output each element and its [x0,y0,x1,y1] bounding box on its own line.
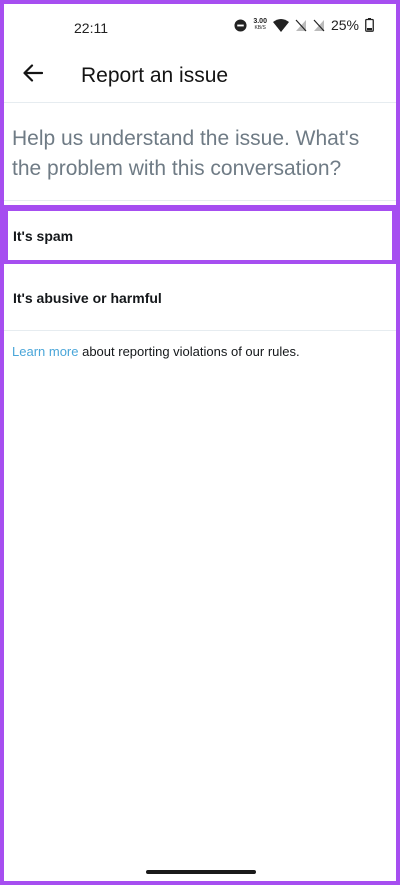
wifi-icon [272,18,289,32]
network-speed-value: 3.00 [253,18,267,25]
home-indicator[interactable] [146,870,256,874]
option-abusive-or-harmful[interactable]: It's abusive or harmful [4,266,396,331]
battery-icon [365,18,374,32]
status-time: 22:11 [74,20,108,36]
no-sim-icon-2 [313,19,325,32]
learn-more-text: about reporting violations of our rules. [78,344,300,359]
status-icons: 3.00 KB/S 25% [234,17,374,33]
do-not-disturb-icon [234,18,247,32]
prompt-question: Help us understand the issue. What's the… [12,127,360,180]
option-spam[interactable]: It's spam [8,211,392,260]
no-sim-icon [295,19,307,32]
network-speed: 3.00 KB/S [253,18,267,32]
learn-more-row: Learn more about reporting violations of… [12,344,300,359]
network-speed-unit: KB/S [254,25,266,31]
option-label: It's abusive or harmful [13,290,162,306]
battery-percent: 25% [330,17,359,33]
option-label: It's spam [13,227,74,244]
header: Report an issue [4,52,396,103]
screen: 22:11 3.00 KB/S 25% Report an issue Help… [4,4,396,881]
status-bar: 22:11 3.00 KB/S 25% [4,4,396,50]
page-title: Report an issue [81,64,229,87]
learn-more-link[interactable]: Learn more [12,344,78,359]
back-button[interactable] [16,58,50,92]
back-arrow-icon [23,63,44,87]
divider [4,200,396,201]
